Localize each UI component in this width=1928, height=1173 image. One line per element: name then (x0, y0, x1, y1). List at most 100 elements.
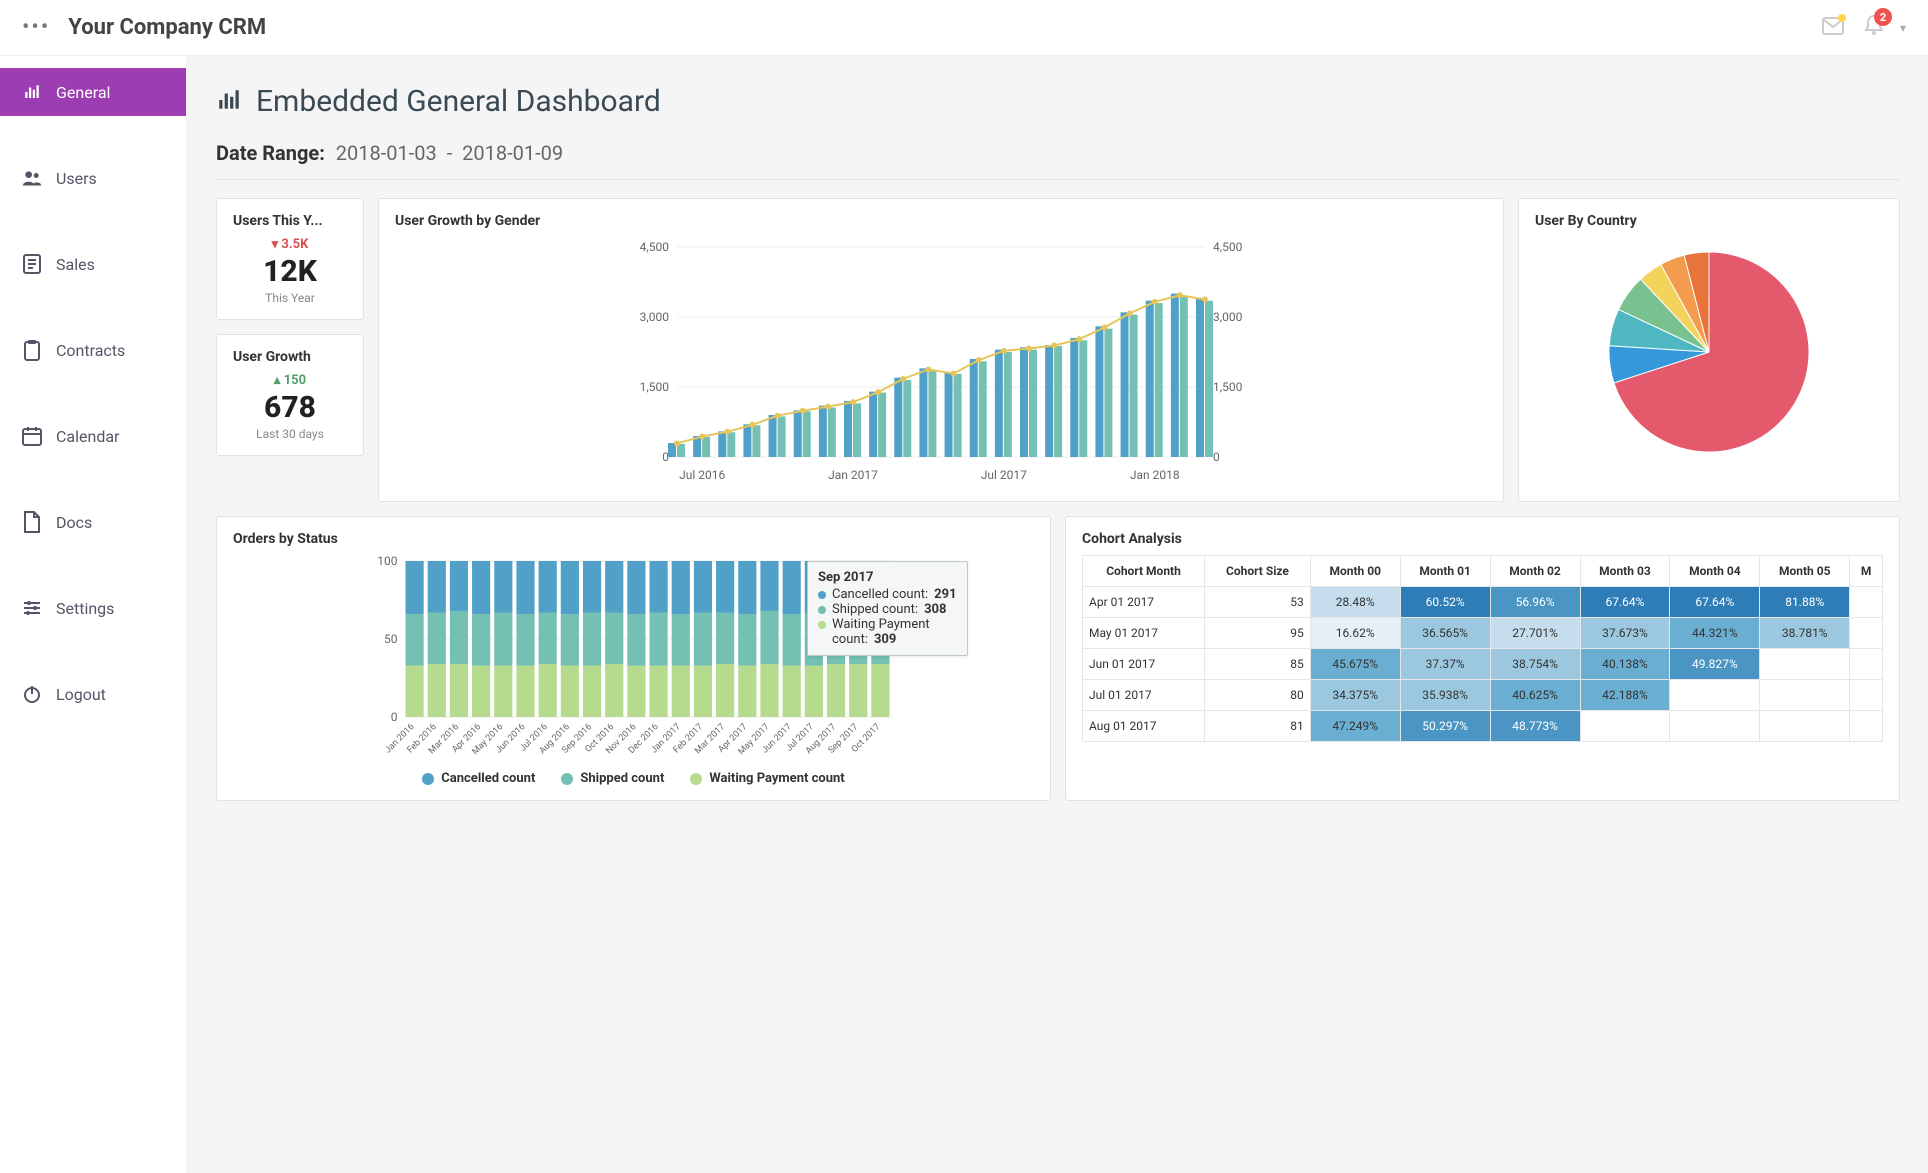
cohort-cell: 37.673% (1580, 618, 1670, 649)
stat-user-growth: User Growth ▴ 150 678 Last 30 days (216, 334, 364, 456)
stat-value: 12K (233, 254, 347, 289)
page-title: Embedded General Dashboard (256, 84, 661, 119)
cohort-cell: 28.48% (1310, 587, 1400, 618)
card-title: Orders by Status (233, 531, 1034, 547)
cohort-cell: 50.297% (1400, 711, 1490, 742)
card-title: User Growth by Gender (395, 213, 1487, 229)
sidebar-item-settings[interactable]: Settings (0, 584, 186, 632)
table-row: Jun 01 20178545.675%37.37%38.754%40.138%… (1083, 649, 1883, 680)
cohort-size: 95 (1205, 618, 1311, 649)
brand-title: Your Company CRM (68, 15, 266, 40)
growth-chart[interactable]: 001,5001,5003,0003,0004,5004,500Jul 2016… (395, 237, 1487, 487)
cohort-size: 80 (1205, 680, 1311, 711)
cohort-cell: 67.64% (1580, 587, 1670, 618)
cohort-month: Jul 01 2017 (1083, 680, 1205, 711)
svg-text:4,500: 4,500 (640, 240, 670, 254)
card-title: Cohort Analysis (1082, 531, 1883, 547)
cohort-cell: 40.625% (1490, 680, 1580, 711)
legend-item: Shipped count (561, 771, 664, 786)
cohort-cell: 45.675% (1310, 649, 1400, 680)
cohort-cell: 35.938% (1400, 680, 1490, 711)
sidebar-item-users[interactable]: Users (0, 154, 186, 202)
cohort-size: 81 (1205, 711, 1311, 742)
svg-text:Jan 2017: Jan 2017 (828, 468, 878, 482)
cohort-cell: 36.565% (1400, 618, 1490, 649)
clipboard-icon (22, 340, 42, 360)
cohort-header: Cohort Month (1083, 556, 1205, 587)
cohort-cell (1670, 711, 1760, 742)
cohort-month: Jun 01 2017 (1083, 649, 1205, 680)
cohort-cell (1850, 680, 1883, 711)
stat-title: User Growth (233, 349, 347, 365)
cohort-header: Month 00 (1310, 556, 1400, 587)
cohort-cell: 27.701% (1490, 618, 1580, 649)
cohort-cell: 42.188% (1580, 680, 1670, 711)
svg-text:Jul 2016: Jul 2016 (679, 468, 725, 482)
menu-dots-icon[interactable]: ••• (22, 15, 50, 40)
cohort-cell (1760, 711, 1850, 742)
table-row: Jul 01 20178034.375%35.938%40.625%42.188… (1083, 680, 1883, 711)
sidebar-item-logout[interactable]: Logout (0, 670, 186, 718)
users-icon (22, 168, 42, 188)
cohort-cell: 56.96% (1490, 587, 1580, 618)
bell-icon[interactable]: 2 (1864, 14, 1884, 41)
cohort-cell (1760, 680, 1850, 711)
table-row: Aug 01 20178147.249%50.297%48.773% (1083, 711, 1883, 742)
cohort-header: Month 01 (1400, 556, 1490, 587)
sliders-icon (22, 598, 42, 618)
stat-delta: ▴ 150 (233, 373, 347, 388)
mail-icon[interactable] (1822, 16, 1844, 40)
cohort-header: Cohort Size (1205, 556, 1311, 587)
cohort-cell: 38.754% (1490, 649, 1580, 680)
sidebar-item-docs[interactable]: Docs (0, 498, 186, 546)
cohort-cell (1850, 618, 1883, 649)
svg-text:4,500: 4,500 (1213, 240, 1243, 254)
cohort-cell (1760, 649, 1850, 680)
svg-text:3,000: 3,000 (1213, 310, 1243, 324)
date-range: Date Range: 2018-01-03 - 2018-01-09 (216, 141, 1900, 165)
growth-chart-card: User Growth by Gender 001,5001,5003,0003… (378, 198, 1504, 502)
cohort-cell: 48.773% (1490, 711, 1580, 742)
cohort-table-scroll[interactable]: Cohort MonthCohort SizeMonth 00Month 01 M… (1082, 555, 1883, 742)
notif-badge: 2 (1874, 8, 1892, 26)
sidebar-item-sales[interactable]: Sales (0, 240, 186, 288)
table-row: Apr 01 20175328.48%60.52%56.96%67.64%67.… (1083, 587, 1883, 618)
stat-value: 678 (233, 390, 347, 425)
cohort-table: Cohort MonthCohort SizeMonth 00Month 01 M… (1082, 555, 1883, 742)
cohort-cell: 47.249% (1310, 711, 1400, 742)
svg-text:Jul 2017: Jul 2017 (981, 468, 1027, 482)
calendar-icon (22, 426, 42, 446)
chart-bar-icon (216, 87, 242, 117)
cohort-cell: 38.781% (1760, 618, 1850, 649)
cohort-cell: 40.138% (1580, 649, 1670, 680)
stat-sub: This Year (233, 291, 347, 305)
sidebar-item-general[interactable]: General (0, 68, 186, 116)
sidebar-item-contracts[interactable]: Contracts (0, 326, 186, 374)
country-chart-card: User By Country (1518, 198, 1900, 502)
svg-text:50: 50 (384, 632, 398, 646)
cohort-cell: 44.321% (1670, 618, 1760, 649)
table-row: May 01 20179516.62%36.565%27.701%37.673%… (1083, 618, 1883, 649)
svg-text:1,500: 1,500 (1213, 380, 1243, 394)
sidebar-item-calendar[interactable]: Calendar (0, 412, 186, 460)
cohort-header: Month 04 (1670, 556, 1760, 587)
chevron-down-icon[interactable]: ▾ (1900, 21, 1906, 35)
cohort-cell: 16.62% (1310, 618, 1400, 649)
sidebar-item-label: Docs (56, 513, 92, 532)
svg-text:3,000: 3,000 (640, 310, 670, 324)
cohort-cell: 49.827% (1670, 649, 1760, 680)
cohort-card: Cohort Analysis Cohort MonthCohort SizeM… (1065, 516, 1900, 801)
svg-text:100: 100 (377, 555, 397, 568)
date-from: 2018-01-03 (336, 141, 437, 165)
cohort-size: 85 (1205, 649, 1311, 680)
cohort-cell (1850, 711, 1883, 742)
date-range-label: Date Range: (216, 141, 325, 165)
cohort-cell: 37.37% (1400, 649, 1490, 680)
card-title: User By Country (1535, 213, 1883, 229)
legend-item: Waiting Payment count (690, 771, 844, 786)
sidebar-item-label: Sales (56, 255, 95, 274)
stat-delta: ▾ 3.5K (233, 237, 347, 252)
file-icon (22, 512, 42, 532)
cohort-cell: 67.64% (1670, 587, 1760, 618)
country-pie-chart[interactable] (1599, 242, 1819, 462)
